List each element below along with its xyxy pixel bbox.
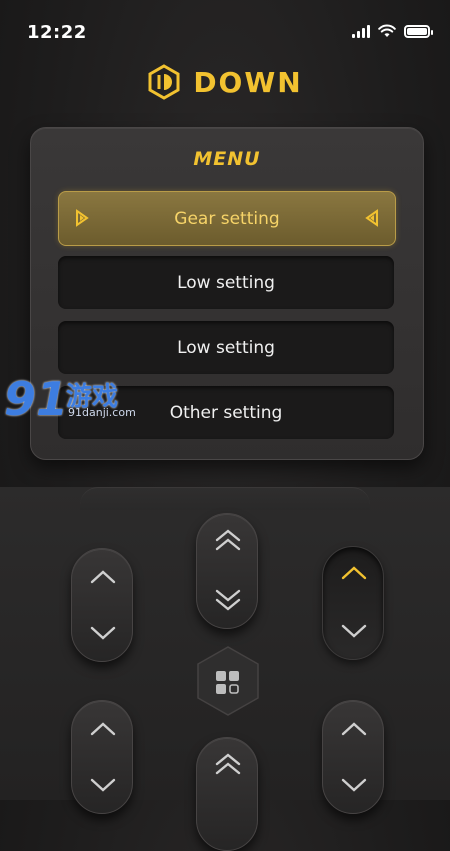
grid-menu-button[interactable] xyxy=(196,645,260,717)
chevron-down-icon[interactable] xyxy=(340,777,368,793)
controller-ridge xyxy=(80,487,370,510)
chevron-up-icon[interactable] xyxy=(340,721,368,737)
battery-icon xyxy=(404,24,433,38)
menu-item-label: Low setting xyxy=(177,272,275,293)
triangle-left-icon xyxy=(365,209,378,227)
menu-item-low-setting-2[interactable]: Low setting xyxy=(58,321,394,374)
chevron-down-icon[interactable] xyxy=(340,623,368,639)
left-up-down-rocker[interactable] xyxy=(71,548,133,662)
menu-item-label: Other setting xyxy=(169,402,283,423)
menu-item-low-setting[interactable]: Low setting xyxy=(58,256,394,309)
triangle-right-icon xyxy=(76,209,89,227)
chevron-up-icon[interactable] xyxy=(340,565,368,581)
status-time: 12:22 xyxy=(27,22,87,43)
status-icons xyxy=(352,24,433,38)
chevron-down-icon[interactable] xyxy=(89,625,117,641)
double-chevron-up-icon[interactable] xyxy=(214,752,242,776)
brand-header: DOWN xyxy=(0,64,450,100)
right-up-down-rocker[interactable] xyxy=(322,546,384,660)
wifi-icon xyxy=(378,24,396,37)
chevron-up-icon[interactable] xyxy=(89,569,117,585)
watermark-url: 91danji.com xyxy=(68,406,136,419)
menu-title: MENU xyxy=(193,148,261,170)
center-lower-rocker[interactable] xyxy=(196,737,258,851)
double-chevron-up-icon[interactable] xyxy=(214,528,242,552)
menu-item-gear-setting[interactable]: Gear setting xyxy=(58,191,396,246)
center-double-rocker[interactable] xyxy=(196,513,258,629)
double-chevron-down-icon[interactable] xyxy=(214,588,242,612)
right-lower-rocker[interactable] xyxy=(322,700,384,814)
menu-item-label: Gear setting xyxy=(174,208,280,229)
watermark-number: 91 xyxy=(4,372,69,426)
logo-icon xyxy=(148,64,180,100)
chevron-down-icon[interactable] xyxy=(89,777,117,793)
left-lower-rocker[interactable] xyxy=(71,700,133,814)
status-bar: 12:22 xyxy=(0,0,450,60)
chevron-up-icon[interactable] xyxy=(89,721,117,737)
cellular-signal-icon xyxy=(352,24,370,38)
brand-name: DOWN xyxy=(193,65,303,99)
menu-item-label: Low setting xyxy=(177,337,275,358)
